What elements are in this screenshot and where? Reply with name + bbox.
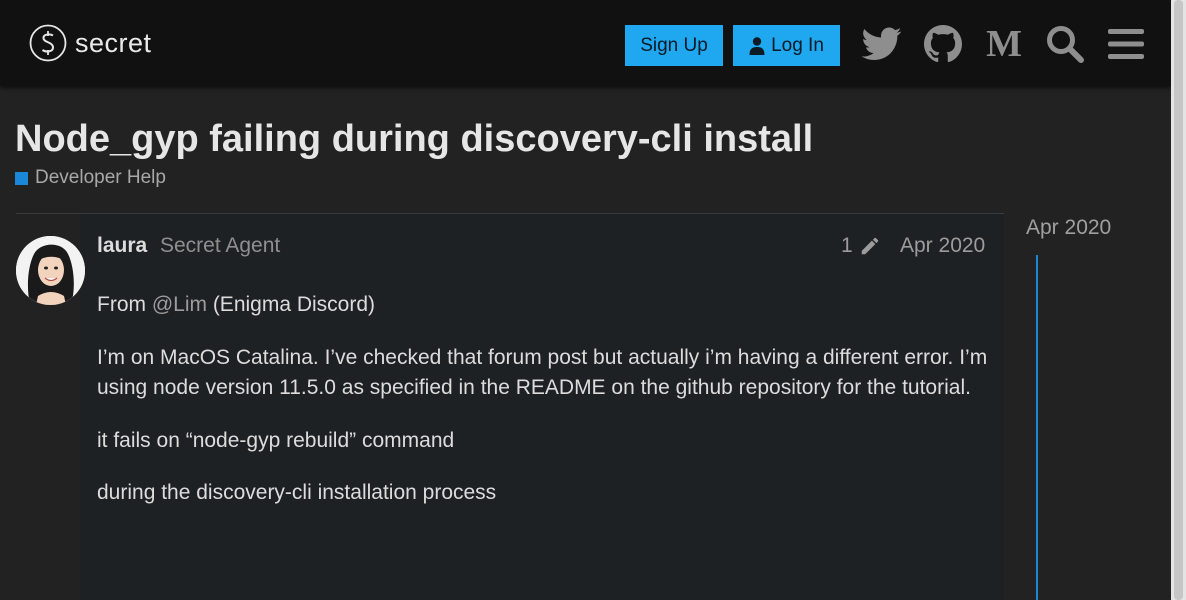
avatar[interactable] — [16, 236, 85, 305]
category-badge[interactable]: Developer Help — [15, 167, 166, 189]
post-date[interactable]: Apr 2020 — [900, 234, 985, 258]
avatar-image — [16, 236, 85, 305]
paragraph-text: From — [97, 293, 152, 316]
sign-up-label: Sign Up — [640, 34, 708, 56]
hamburger-menu-icon[interactable] — [1104, 22, 1148, 66]
pencil-icon — [861, 237, 878, 255]
twitter-icon[interactable] — [860, 22, 904, 66]
secret-logo-icon — [29, 24, 67, 62]
post-edit-history[interactable]: 1 — [841, 234, 881, 258]
topic-title[interactable]: Node_gyp failing during discovery-cli in… — [15, 118, 813, 161]
user-mention-link[interactable]: @Lim — [152, 293, 207, 316]
scrollbar-thumb[interactable] — [1174, 0, 1183, 600]
post-paragraph: I’m on MacOS Catalina. I’ve checked that… — [97, 345, 988, 400]
post-paragraph: From @Lim (Enigma Discord) — [97, 290, 997, 321]
category-name: Developer Help — [35, 167, 166, 188]
github-icon[interactable] — [921, 22, 965, 66]
user-icon — [749, 36, 765, 55]
category-color-swatch — [15, 171, 28, 185]
paragraph-text: (Enigma Discord) — [206, 293, 376, 316]
log-in-label: Log In — [771, 34, 824, 56]
site-header: secret Sign Up Log In M — [0, 0, 1171, 86]
site-logo[interactable]: secret — [29, 24, 152, 62]
edit-count: 1 — [841, 234, 853, 257]
post-content: From @Lim (Enigma Discord) I’m on MacOS … — [97, 290, 997, 531]
post-username[interactable]: laura — [97, 234, 147, 258]
logo-text: secret — [75, 27, 152, 58]
timeline-scroll-line[interactable] — [1036, 255, 1038, 600]
post-paragraph: it fails on “node-gyp rebuild” command — [97, 428, 455, 452]
medium-icon[interactable]: M — [982, 22, 1026, 66]
log-in-button[interactable]: Log In — [733, 25, 840, 66]
search-icon[interactable] — [1043, 22, 1087, 66]
svg-text:M: M — [986, 27, 1022, 61]
timeline-date[interactable]: Apr 2020 — [1026, 216, 1111, 240]
post-user-title: Secret Agent — [160, 234, 281, 257]
sign-up-button[interactable]: Sign Up — [625, 25, 723, 66]
post-paragraph: during the discovery-cli installation pr… — [97, 481, 497, 504]
